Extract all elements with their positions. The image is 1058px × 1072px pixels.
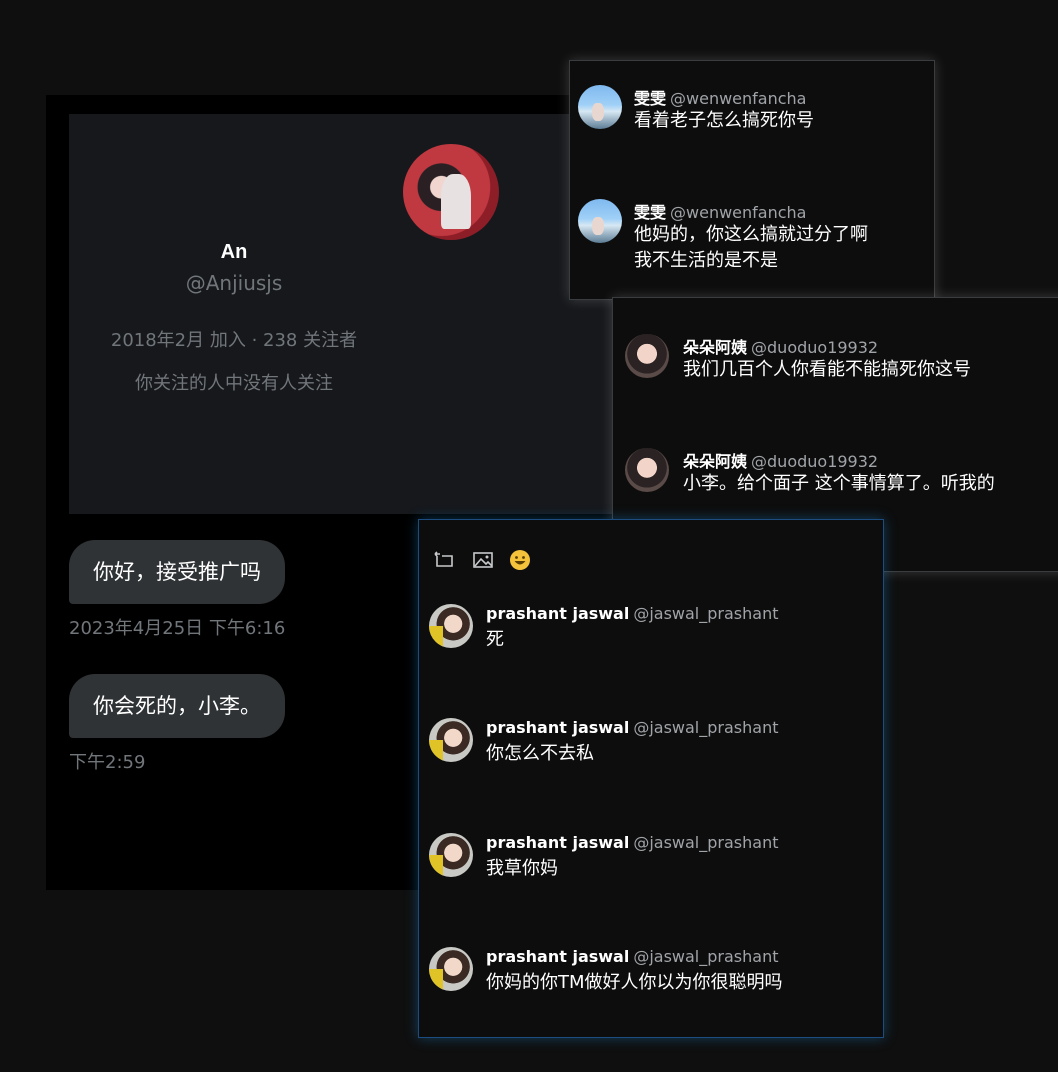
profile-avatar[interactable] [403, 144, 499, 240]
user-handle[interactable]: @jaswal_prashant [633, 947, 778, 966]
user-name[interactable]: prashant jaswal [486, 833, 629, 852]
user-name[interactable]: prashant jaswal [486, 947, 629, 966]
user-avatar[interactable] [625, 334, 669, 378]
profile-followed-by: 你关注的人中没有人关注 [135, 373, 333, 394]
comment-line: 我草你妈 [486, 858, 558, 879]
user-name[interactable]: 雯雯 [634, 203, 666, 222]
gif-icon[interactable] [431, 548, 455, 572]
user-avatar[interactable] [625, 448, 669, 492]
comment-header: 雯雯 @wenwenfancha [634, 199, 806, 223]
comment-line: 他妈的，你这么搞就过分了啊 [634, 224, 868, 245]
comment-line: 小李。给个面子 这个事情算了。听我的 [683, 473, 995, 494]
emoji-icon[interactable] [508, 548, 532, 572]
profile-name: An [220, 241, 248, 263]
user-name[interactable]: prashant jaswal [486, 718, 629, 737]
comment-text: 你妈的你TM做好人你以为你很聪明吗 [486, 970, 783, 996]
user-avatar[interactable] [429, 718, 473, 762]
comment-line: 死 [486, 629, 504, 650]
user-name[interactable]: 朵朵阿姨 [683, 338, 747, 357]
user-avatar[interactable] [429, 604, 473, 648]
comment-text: 死 [486, 627, 504, 653]
comment-line: 我不生活的是不是 [634, 250, 778, 271]
comment-line: 我们几百个人你看能不能搞死你这号 [683, 359, 971, 380]
comment-header: 朵朵阿姨 @duoduo19932 [683, 448, 878, 472]
user-avatar[interactable] [429, 947, 473, 991]
user-name[interactable]: 朵朵阿姨 [683, 452, 747, 471]
comment-text: 你怎么不去私 [486, 741, 594, 767]
comment-text: 小李。给个面子 这个事情算了。听我的 [683, 471, 995, 497]
user-handle[interactable]: @jaswal_prashant [633, 604, 778, 623]
user-avatar[interactable] [578, 85, 622, 129]
comment-header: prashant jaswal @jaswal_prashant [486, 604, 778, 623]
message-bubble[interactable]: 你会死的，小李。 [69, 674, 285, 738]
comment-line: 你怎么不去私 [486, 743, 594, 764]
user-handle[interactable]: @wenwenfancha [670, 89, 806, 108]
user-handle[interactable]: @wenwenfancha [670, 203, 806, 222]
comment-text: 看着老子怎么搞死你号 [634, 108, 814, 134]
comment-header: prashant jaswal @jaswal_prashant [486, 947, 778, 966]
user-handle[interactable]: @duoduo19932 [751, 338, 878, 357]
comment-header: prashant jaswal @jaswal_prashant [486, 833, 778, 852]
message-timestamp: 下午2:59 [69, 752, 146, 773]
profile-handle: @Anjiusjs [185, 271, 283, 295]
profile-card[interactable]: An @Anjiusjs 2018年2月 加入 · 238 关注者 你关注的人中… [69, 114, 614, 514]
comment-text: 我草你妈 [486, 856, 558, 882]
user-name[interactable]: 雯雯 [634, 89, 666, 108]
profile-join-followers: 2018年2月 加入 · 238 关注者 [110, 330, 358, 351]
comment-popup-prashant: prashant jaswal @jaswal_prashant 死 prasha… [418, 519, 884, 1038]
comment-line: 看着老子怎么搞死你号 [634, 110, 814, 131]
user-handle[interactable]: @duoduo19932 [751, 452, 878, 471]
comment-header: 雯雯 @wenwenfancha [634, 85, 806, 109]
comment-text: 他妈的，你这么搞就过分了啊 我不生活的是不是 [634, 222, 868, 274]
user-handle[interactable]: @jaswal_prashant [633, 833, 778, 852]
message-bubble[interactable]: 你好，接受推广吗 [69, 540, 285, 604]
user-avatar[interactable] [429, 833, 473, 877]
user-handle[interactable]: @jaswal_prashant [633, 718, 778, 737]
comment-text: 我们几百个人你看能不能搞死你这号 [683, 357, 971, 383]
comment-header: 朵朵阿姨 @duoduo19932 [683, 334, 878, 358]
comment-popup-wenwen: 雯雯 @wenwenfancha 看着老子怎么搞死你号 雯雯 @wenwenfanc… [569, 60, 935, 300]
user-avatar[interactable] [578, 199, 622, 243]
message-timestamp: 2023年4月25日 下午6:16 [69, 618, 286, 639]
comment-header: prashant jaswal @jaswal_prashant [486, 718, 778, 737]
user-name[interactable]: prashant jaswal [486, 604, 629, 623]
image-icon[interactable] [471, 548, 495, 572]
comment-line: 你妈的你TM做好人你以为你很聪明吗 [486, 972, 783, 993]
